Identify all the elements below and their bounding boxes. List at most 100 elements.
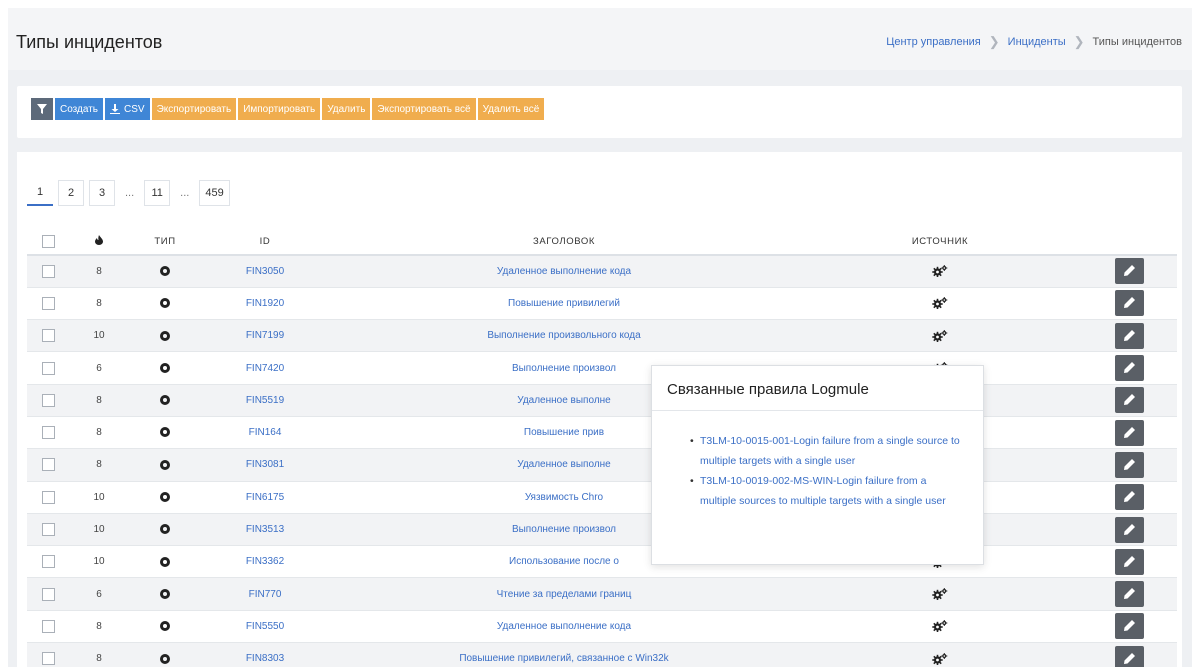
row-checkbox[interactable] [41, 361, 55, 375]
incident-title-link[interactable]: Использование после о [509, 556, 619, 567]
table-row[interactable]: 8 FIN3081 Удаленное выполне [27, 448, 1177, 482]
table-row[interactable]: 8 FIN1920 Повышение привилегий [27, 286, 1177, 320]
type-cell [129, 319, 201, 352]
type-header[interactable]: ТИП [129, 228, 201, 256]
row-checkbox[interactable] [41, 587, 55, 601]
table-row[interactable]: 6 FIN7420 Выполнение произвол [27, 351, 1177, 385]
table-row[interactable]: 6 FIN770 Чтение за пределами границ [27, 577, 1177, 611]
table-row[interactable]: 10 FIN3362 Использование после о [27, 545, 1177, 578]
row-checkbox[interactable] [41, 555, 55, 569]
incident-title-link[interactable]: Удаленное выполне [517, 459, 611, 470]
table-row[interactable]: 8 FIN5550 Удаленное выполнение кода [27, 609, 1177, 643]
table-row[interactable]: 10 FIN7199 Выполнение произвольного кода [27, 319, 1177, 352]
incident-title-link[interactable]: Выполнение произвольного кода [487, 330, 640, 341]
id-cell: FIN3050 [201, 254, 329, 288]
incident-title-link[interactable]: Повышение привилегий, связанное с Win32k [459, 653, 668, 664]
row-checkbox[interactable] [41, 264, 55, 278]
incident-title-link[interactable]: Чтение за пределами границ [497, 589, 632, 600]
edit-button[interactable] [1114, 613, 1144, 640]
source-cell[interactable] [799, 319, 1081, 352]
edit-button[interactable] [1114, 645, 1144, 667]
edit-button[interactable] [1114, 548, 1144, 575]
table-row[interactable]: 8 FIN5519 Удаленное выполне [27, 383, 1177, 417]
edit-button[interactable] [1114, 387, 1144, 414]
source-cell[interactable] [799, 577, 1081, 611]
page-11[interactable]: 11 [144, 180, 171, 206]
source-cell[interactable] [799, 609, 1081, 643]
incident-title-link[interactable]: Удаленное выполнение кода [497, 621, 631, 632]
incident-id-link[interactable]: FIN5519 [246, 395, 284, 406]
edit-button[interactable] [1114, 258, 1144, 285]
table-row[interactable]: 8 FIN8303 Повышение привилегий, связанное … [27, 642, 1177, 667]
id-header[interactable]: ID [201, 228, 329, 256]
edit-button[interactable] [1114, 581, 1144, 608]
csv-button[interactable]: CSV [105, 98, 150, 120]
incident-title-link[interactable]: Выполнение произвол [512, 363, 616, 374]
incident-title-link[interactable]: Удаленное выполнение кода [497, 266, 631, 277]
source-cell[interactable] [799, 642, 1081, 667]
incident-id-link[interactable]: FIN7199 [246, 330, 284, 341]
actions-cell [1081, 383, 1177, 417]
pencil-icon [1123, 265, 1135, 277]
export-all-button[interactable]: Экспортировать всё [372, 98, 476, 120]
import-button[interactable]: Импортировать [238, 98, 321, 120]
incident-title-link[interactable]: Удаленное выполне [517, 395, 611, 406]
edit-button[interactable] [1114, 451, 1144, 478]
incident-title-link[interactable]: Повышение привилегий [508, 298, 620, 309]
table-row[interactable]: 10 FIN3513 Выполнение произвол [27, 512, 1177, 546]
incident-id-link[interactable]: FIN8303 [246, 653, 284, 664]
incident-id-link[interactable]: FIN6175 [246, 492, 284, 503]
breadcrumb-control-center[interactable]: Центр управления [886, 36, 981, 48]
row-checkbox[interactable] [41, 523, 55, 537]
row-checkbox[interactable] [41, 490, 55, 504]
actions-cell [1081, 319, 1177, 352]
source-cell[interactable] [799, 286, 1081, 320]
edit-button[interactable] [1114, 419, 1144, 446]
incident-id-link[interactable]: FIN7420 [246, 363, 284, 374]
row-checkbox[interactable] [41, 296, 55, 310]
row-checkbox[interactable] [41, 652, 55, 666]
page-3[interactable]: 3 [89, 180, 115, 206]
filter-button[interactable] [31, 98, 53, 120]
incident-id-link[interactable]: FIN770 [249, 589, 282, 600]
incident-id-link[interactable]: FIN1920 [246, 298, 284, 309]
incident-title-link[interactable]: Уязвимость Chro [525, 492, 603, 503]
related-rules-popover: Связанные правила Logmule T3LM-10-0015-0… [651, 365, 984, 565]
table-row[interactable]: 10 FIN6175 Уязвимость Chro [27, 480, 1177, 514]
page-2[interactable]: 2 [58, 180, 84, 206]
edit-button[interactable] [1114, 355, 1144, 382]
page-1[interactable]: 1 [27, 180, 53, 206]
severity-header[interactable] [69, 228, 129, 256]
incident-title-link[interactable]: Повышение прив [524, 427, 604, 438]
row-checkbox[interactable] [41, 619, 55, 633]
source-header[interactable]: ИСТОЧНИК [799, 228, 1081, 256]
incident-id-link[interactable]: FIN3513 [246, 524, 284, 535]
row-checkbox[interactable] [41, 393, 55, 407]
row-checkbox[interactable] [41, 329, 55, 343]
edit-button[interactable] [1114, 484, 1144, 511]
export-button[interactable]: Экспортировать [151, 98, 237, 120]
incident-id-link[interactable]: FIN3362 [246, 556, 284, 567]
edit-button[interactable] [1114, 290, 1144, 317]
table-row[interactable]: 8 FIN3050 Удаленное выполнение кода [27, 254, 1177, 288]
edit-button[interactable] [1114, 322, 1144, 349]
row-checkbox[interactable] [41, 458, 55, 472]
delete-all-button[interactable]: Удалить всё [477, 98, 545, 120]
page-459[interactable]: 459 [199, 180, 230, 206]
incident-id-link[interactable]: FIN5550 [246, 621, 284, 632]
title-header[interactable]: ЗАГОЛОВОК [329, 228, 799, 256]
source-cell[interactable] [799, 254, 1081, 288]
incident-title-link[interactable]: Выполнение произвол [512, 524, 616, 535]
incident-id-link[interactable]: FIN3081 [246, 459, 284, 470]
table-row[interactable]: 8 FIN164 Повышение прив [27, 415, 1177, 449]
edit-button[interactable] [1114, 516, 1144, 543]
select-all-checkbox[interactable] [41, 234, 55, 248]
create-button[interactable]: Создать [55, 98, 104, 120]
delete-button[interactable]: Удалить [322, 98, 371, 120]
related-rule-link[interactable]: T3LM-10-0019-002-MS-WIN-Login failure fr… [690, 471, 961, 511]
related-rule-link[interactable]: T3LM-10-0015-001-Login failure from a si… [690, 431, 961, 471]
incident-id-link[interactable]: FIN164 [249, 427, 282, 438]
row-checkbox[interactable] [41, 426, 55, 440]
breadcrumb-incidents[interactable]: Инциденты [1008, 36, 1066, 48]
incident-id-link[interactable]: FIN3050 [246, 266, 284, 277]
